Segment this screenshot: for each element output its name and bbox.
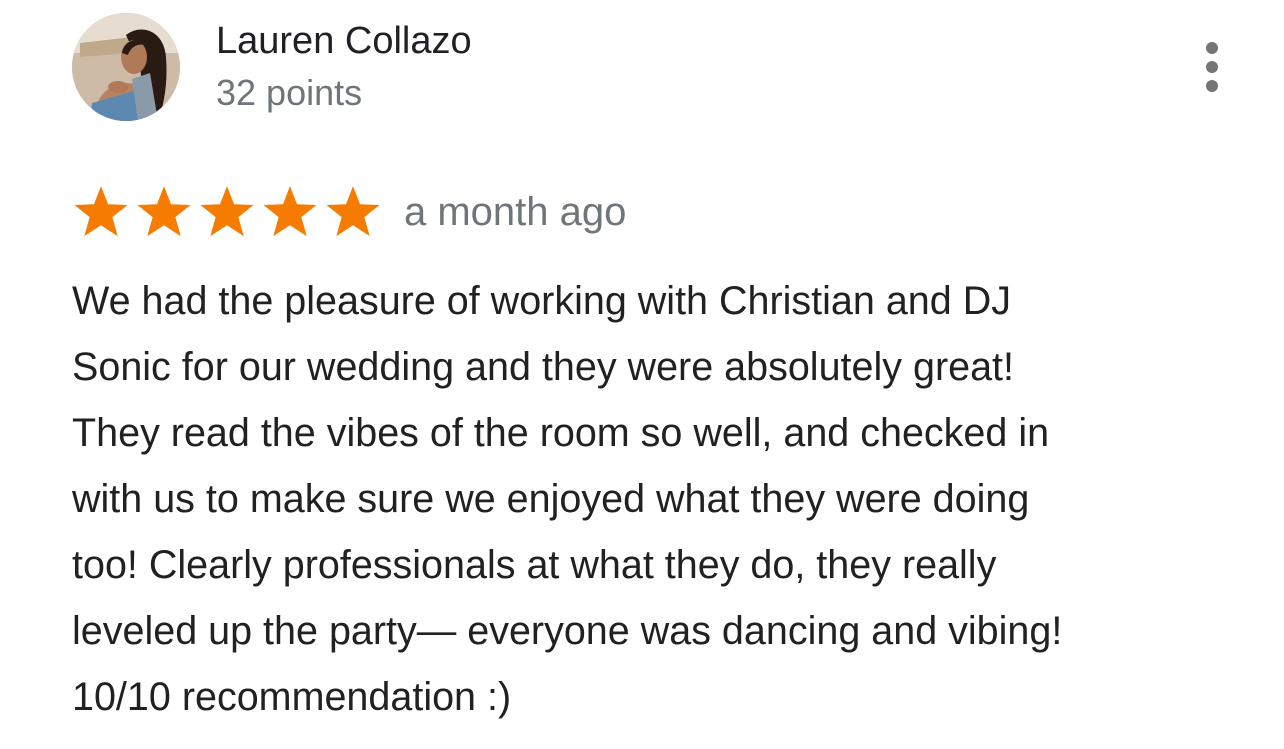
- review-text-line: We had the pleasure of working with Chri…: [72, 279, 1011, 323]
- more-vert-icon: [1206, 42, 1218, 54]
- more-vert-icon: [1206, 80, 1218, 92]
- star-icon: [135, 184, 193, 240]
- more-vert-icon: [1206, 61, 1218, 73]
- reviewer-name[interactable]: Lauren Collazo: [216, 18, 472, 64]
- review-text-line: They read the vibes of the room so well,…: [72, 411, 1050, 455]
- star-icon: [72, 184, 130, 240]
- star-icon: [261, 184, 319, 240]
- star-icon: [324, 184, 382, 240]
- review-text-line: with us to make sure we enjoyed what the…: [72, 477, 1030, 521]
- reviewer-avatar[interactable]: [72, 13, 180, 121]
- reviewer-points: 32 points: [216, 72, 363, 113]
- review-date: a month ago: [404, 190, 627, 234]
- review-text-line: too! Clearly professionals at what they …: [72, 543, 997, 587]
- star-icon: [198, 184, 256, 240]
- review-text-line: Sonic for our wedding and they were abso…: [72, 345, 1014, 389]
- more-options-button[interactable]: [1188, 34, 1236, 100]
- review-text-line: 10/10 recommendation :): [72, 675, 512, 719]
- review-card: Lauren Collazo 32 points a month ago We …: [0, 0, 1284, 749]
- rating-row: a month ago: [72, 182, 626, 242]
- avatar-photo: [72, 13, 180, 121]
- review-text: We had the pleasure of working with Chri…: [72, 268, 1212, 730]
- star-rating: [72, 184, 382, 240]
- review-text-line: leveled up the party— everyone was danci…: [72, 609, 1063, 653]
